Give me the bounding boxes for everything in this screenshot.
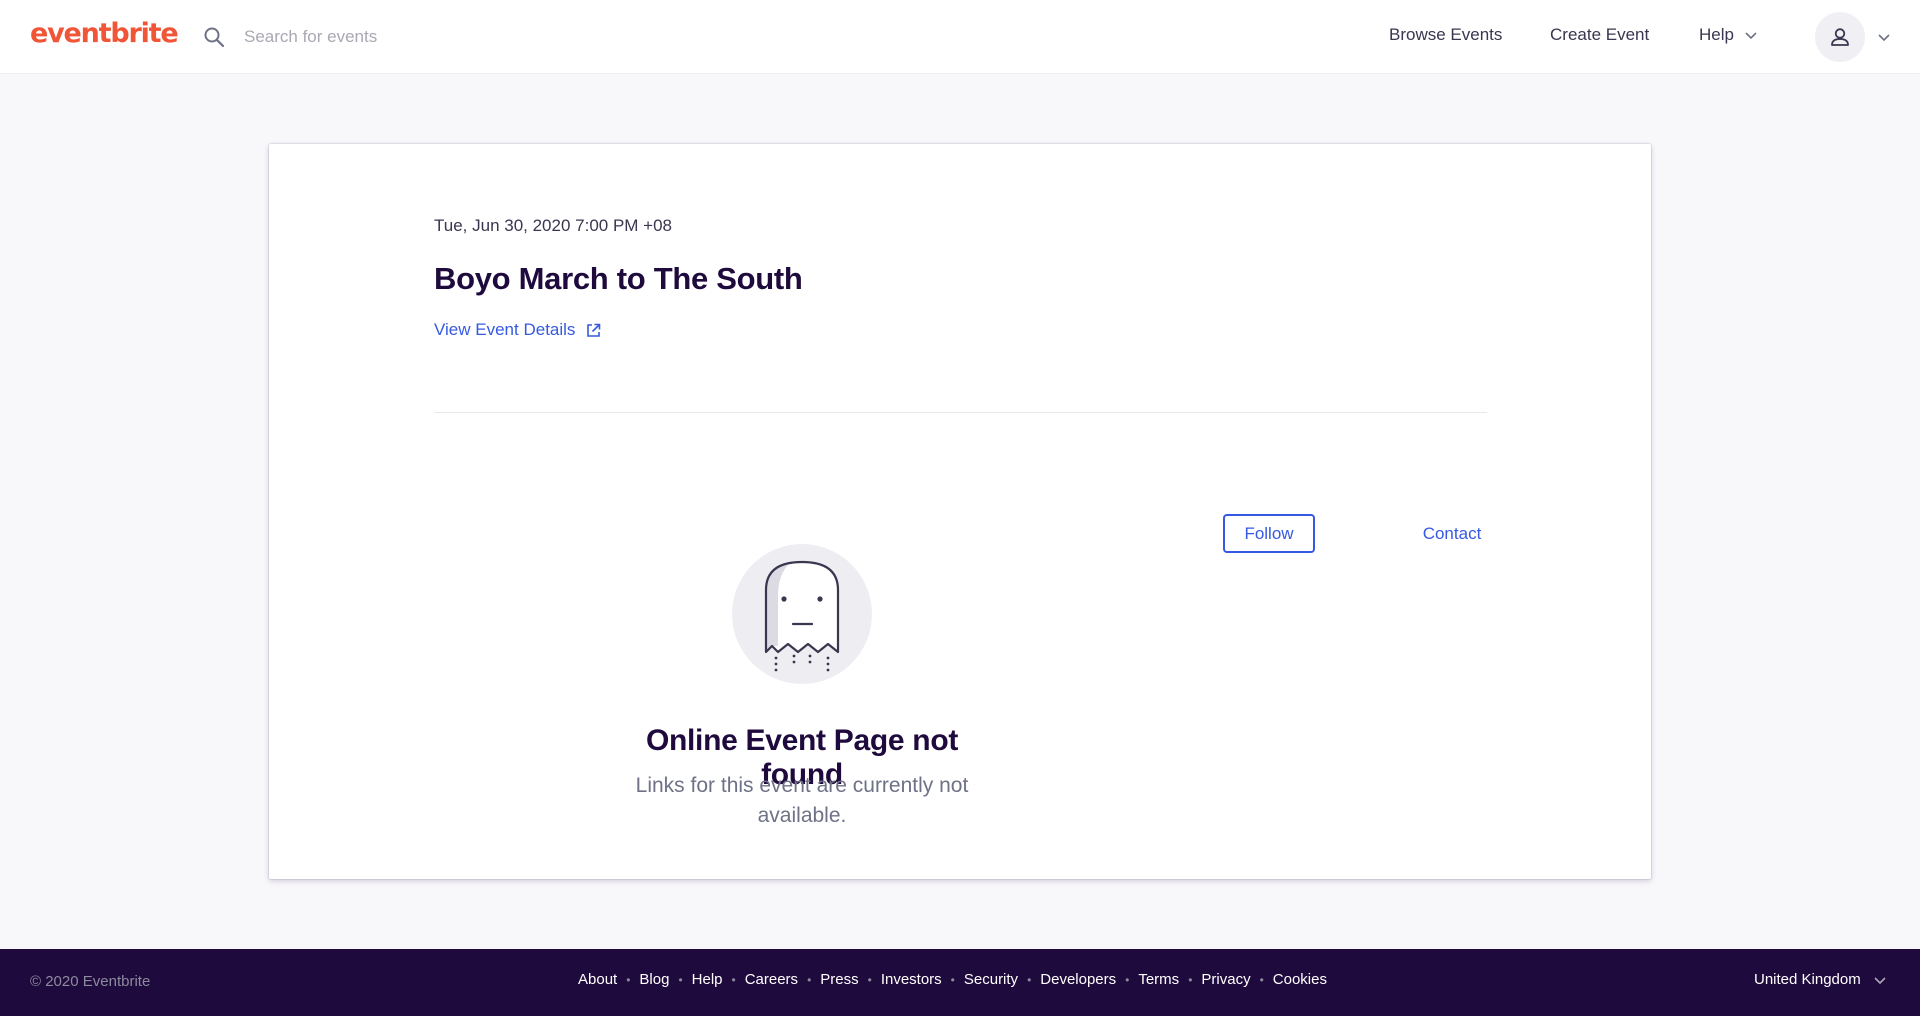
footer-link-blog[interactable]: Blog	[639, 971, 669, 988]
footer-link-item: Press	[820, 971, 858, 989]
footer-link-press[interactable]: Press	[820, 971, 858, 988]
country-selector[interactable]: United Kingdom	[1754, 971, 1887, 988]
separator-dot: •	[1259, 973, 1264, 987]
chevron-down-icon	[1874, 976, 1886, 984]
footer-link-item: Help	[692, 971, 723, 989]
footer-link-help[interactable]: Help	[692, 971, 723, 988]
ghost-illustration	[732, 544, 872, 684]
browse-events-link[interactable]: Browse Events	[1389, 25, 1502, 45]
footer-link-item: Investors	[881, 971, 942, 989]
country-label: United Kingdom	[1754, 971, 1861, 988]
help-label: Help	[1699, 25, 1734, 44]
footer-link-item: Blog	[639, 971, 669, 989]
separator-dot: •	[1188, 973, 1193, 987]
user-icon	[1831, 28, 1849, 46]
view-event-details-link[interactable]: View Event Details	[434, 320, 601, 340]
contact-button[interactable]: Contact	[1395, 514, 1509, 553]
separator-dot: •	[1125, 973, 1130, 987]
footer: © 2020 Eventbrite About • Blog • Help • …	[0, 949, 1920, 1016]
footer-link-item: Security	[964, 971, 1018, 989]
footer-link-investors[interactable]: Investors	[881, 971, 942, 988]
create-event-link[interactable]: Create Event	[1550, 25, 1649, 45]
footer-link-terms[interactable]: Terms	[1138, 971, 1179, 988]
event-card: Tue, Jun 30, 2020 7:00 PM +08 Boyo March…	[269, 144, 1651, 879]
event-title: Boyo March to The South	[434, 261, 803, 296]
separator-dot: •	[678, 973, 683, 987]
chevron-down-icon[interactable]	[1877, 30, 1891, 44]
footer-link-developers[interactable]: Developers	[1040, 971, 1116, 988]
chevron-down-icon	[1745, 32, 1757, 40]
footer-link-cookies[interactable]: Cookies	[1273, 971, 1327, 988]
separator-dot: •	[867, 973, 872, 987]
footer-link-security[interactable]: Security	[964, 971, 1018, 988]
help-menu[interactable]: Help	[1699, 25, 1758, 45]
details-link-label: View Event Details	[434, 320, 576, 339]
separator-dot: •	[950, 973, 955, 987]
footer-link-careers[interactable]: Careers	[745, 971, 798, 988]
search-input[interactable]	[244, 22, 644, 52]
external-link-icon	[587, 323, 601, 337]
top-nav-bar: eventbrite Browse Events Create Event He…	[0, 0, 1920, 74]
user-avatar-button[interactable]	[1815, 12, 1865, 62]
footer-link-item: Careers	[745, 971, 798, 989]
separator-dot: •	[626, 973, 631, 987]
event-date: Tue, Jun 30, 2020 7:00 PM +08	[434, 216, 673, 235]
separator-dot: •	[807, 973, 812, 987]
footer-link-item: Cookies	[1273, 971, 1327, 989]
footer-link-privacy[interactable]: Privacy	[1201, 971, 1250, 988]
footer-link-item: Privacy	[1201, 971, 1250, 989]
separator-dot: •	[1027, 973, 1032, 987]
footer-link-item: Developers	[1040, 971, 1116, 989]
ghost-icon	[764, 560, 840, 672]
copyright: © 2020 Eventbrite	[30, 973, 151, 990]
eventbrite-logo[interactable]: eventbrite	[30, 18, 179, 49]
follow-button[interactable]: Follow	[1223, 514, 1315, 553]
footer-link-about[interactable]: About	[578, 971, 617, 988]
separator-dot: •	[731, 973, 736, 987]
footer-link-item: Terms	[1138, 971, 1179, 989]
footer-link-item: About	[578, 971, 617, 989]
footer-links: About • Blog • Help • Careers • Press • …	[578, 971, 1327, 989]
not-found-subtitle: Links for this event are currently not a…	[635, 774, 969, 827]
divider	[434, 412, 1487, 413]
search-icon	[204, 27, 225, 48]
